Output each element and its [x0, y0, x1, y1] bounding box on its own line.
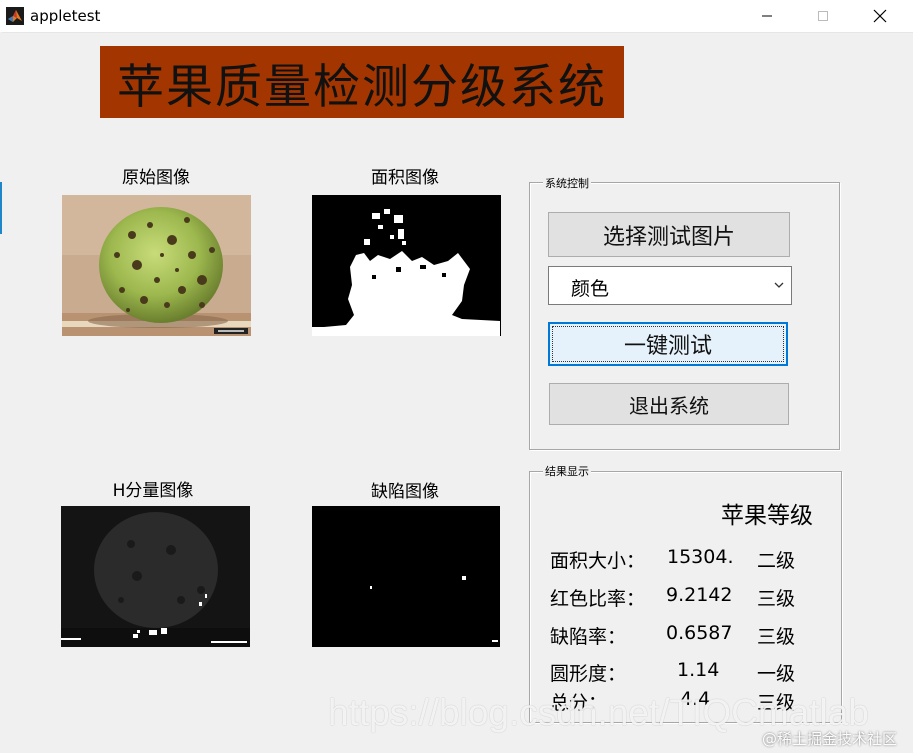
area-image	[312, 195, 501, 336]
select-image-button[interactable]: 选择测试图片	[548, 212, 790, 257]
title-banner: 苹果质量检测分级系统	[100, 46, 624, 118]
mode-select-value: 颜色	[571, 278, 610, 300]
area-size-grade: 二级	[757, 550, 796, 572]
site-watermark: @稀土掘金技术社区	[762, 730, 898, 748]
h-component-image	[61, 506, 250, 647]
defect-rate-grade: 三级	[757, 626, 796, 648]
result-panel-title: 结果显示	[543, 463, 591, 479]
area-size-label: 面积大小：	[550, 550, 646, 572]
banner-title: 苹果质量检测分级系统	[117, 59, 607, 115]
exit-button[interactable]: 退出系统	[549, 383, 789, 425]
area-size-value: 15304.	[667, 546, 734, 568]
close-button[interactable]	[857, 0, 903, 32]
minimize-button[interactable]	[744, 0, 790, 32]
circularity-label: 圆形度：	[550, 663, 627, 685]
maximize-icon	[818, 11, 828, 21]
circularity-value: 1.14	[677, 659, 720, 681]
matlab-icon	[6, 7, 24, 25]
defect-rate-value: 0.6587	[666, 622, 733, 644]
one-key-test-button[interactable]: 一键测试	[548, 322, 788, 366]
original-image-label: 原始图像	[122, 168, 190, 188]
defect-image-label: 缺陷图像	[371, 482, 439, 502]
defect-image	[312, 506, 500, 647]
close-icon	[873, 9, 887, 23]
left-edge-accent	[0, 182, 2, 234]
red-ratio-label: 红色比率：	[550, 588, 646, 610]
h-component-image-label: H分量图像	[112, 481, 194, 501]
control-panel-title: 系统控制	[543, 175, 591, 191]
chevron-down-icon	[774, 282, 784, 288]
original-image	[62, 195, 251, 336]
defect-rate-label: 缺陷率：	[550, 626, 627, 648]
grade-header: 苹果等级	[721, 503, 813, 529]
circularity-grade: 一级	[757, 663, 796, 685]
red-ratio-value: 9.2142	[666, 584, 733, 606]
window-title: appletest	[30, 7, 101, 25]
minimize-icon	[762, 15, 772, 17]
mode-select[interactable]: 颜色	[548, 266, 792, 305]
red-ratio-grade: 三级	[757, 588, 796, 610]
app-window: appletest 苹果质量检测分级系统 原始图像 面积图像 H分量图像 缺陷图…	[0, 0, 913, 753]
area-image-label: 面积图像	[371, 168, 439, 188]
title-bar: appletest	[0, 0, 913, 33]
left-edge	[0, 32, 2, 753]
maximize-button[interactable]	[800, 0, 846, 32]
